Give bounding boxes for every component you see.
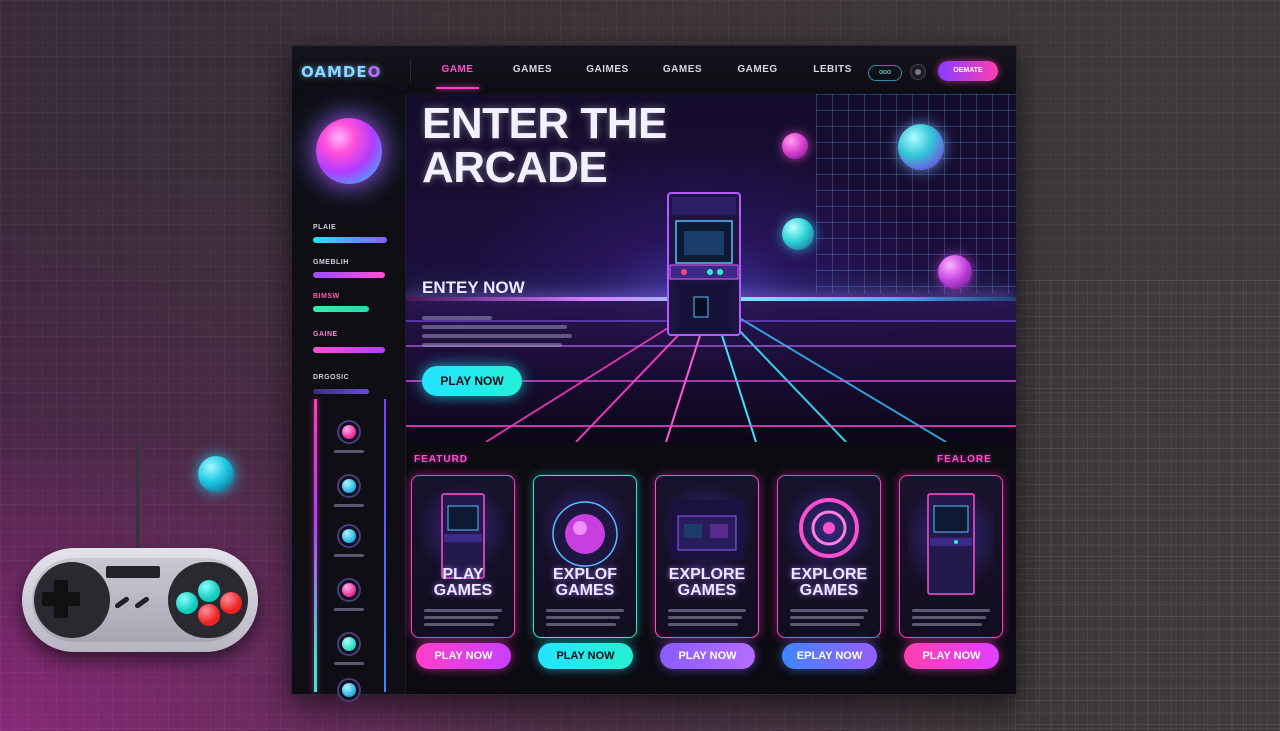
sidebar-progress-4 — [313, 347, 385, 353]
nav-divider — [410, 60, 411, 82]
card-description — [668, 609, 748, 630]
card-title: EXPLORE GAMES — [668, 566, 746, 599]
hero-subtitle: ENTEY NOW — [422, 278, 525, 297]
game-card-3[interactable]: EXPLORE GAMES — [655, 475, 759, 638]
sidebar-dot-5[interactable] — [337, 632, 361, 656]
card-play-now-button-1[interactable]: PLAY NOW — [416, 643, 511, 669]
nav-item-games[interactable]: GAMES — [495, 64, 570, 84]
card-title: EXPLOF GAMES — [552, 566, 617, 599]
sidebar-dot-2[interactable] — [337, 474, 361, 498]
hero-banner: ENTER THE ARCADE ENTEY NOW PLAY NOW — [406, 94, 1016, 442]
sidebar-neon-track — [314, 399, 317, 692]
sidebar-item-gmeblih[interactable]: GMEBLIH — [313, 259, 349, 266]
b-button-icon — [176, 592, 198, 614]
sidebar: PLAIE GMEBLIH BIMSW GAINE DRGOSIC — [292, 94, 406, 702]
card-description — [546, 609, 626, 630]
y-button-icon — [198, 580, 220, 602]
nav-menu: GAME GAMES GAIMES GAMES GAMEG LEBITS — [420, 64, 870, 89]
sidebar-progress-5 — [313, 389, 369, 394]
sidebar-progress-3 — [313, 306, 369, 312]
game-card-4[interactable]: EXPLORE GAMES — [777, 475, 881, 638]
sidebar-dot-4[interactable] — [337, 578, 361, 602]
featured-label-right: FEALORE — [937, 454, 992, 465]
controller-cable — [136, 442, 140, 552]
card-description — [424, 609, 504, 630]
nav-pill-toggle[interactable]: ooo — [868, 65, 902, 81]
game-card-2[interactable]: EXPLOF GAMES — [533, 475, 637, 638]
hero-play-now-button[interactable]: PLAY NOW — [422, 366, 522, 396]
floating-orb — [198, 456, 234, 492]
gamepad-controller — [22, 548, 258, 652]
game-card-5[interactable] — [899, 475, 1003, 638]
orb-logo-icon — [316, 118, 382, 184]
x-button-icon — [220, 592, 242, 614]
sidebar-dot-6[interactable] — [337, 678, 361, 702]
website-mockup: OAMDEO GAME GAMES GAIMES GAMES GAMEG LEB… — [291, 45, 1017, 702]
card-play-now-button-5[interactable]: PLAY NOW — [904, 643, 999, 669]
sidebar-item-plaie[interactable]: PLAIE — [313, 224, 336, 231]
user-icon[interactable] — [910, 64, 926, 80]
hero-description — [422, 316, 572, 352]
nav-item-gaimes[interactable]: GAIMES — [570, 64, 645, 84]
background-grid-right — [1015, 280, 1280, 731]
sidebar-neon-track-right — [384, 399, 386, 692]
sidebar-dot-3[interactable] — [337, 524, 361, 548]
game-card-1[interactable]: PLAY GAMES — [411, 475, 515, 638]
orb-icon-3 — [898, 124, 944, 170]
card-description — [790, 609, 870, 630]
card-play-now-button-4[interactable]: EPLAY NOW — [782, 643, 877, 669]
hero-title: ENTER THE ARCADE — [422, 99, 667, 192]
featured-label-left: FEATURD — [414, 454, 469, 465]
arcade-cabinet-icon — [667, 192, 741, 336]
sidebar-dot-1[interactable] — [337, 420, 361, 444]
card-title: PLAY GAMES — [433, 566, 493, 599]
nav-item-game[interactable]: GAME — [420, 64, 495, 89]
card-play-now-button-2[interactable]: PLAY NOW — [538, 643, 633, 669]
card-play-now-button-3[interactable]: PLAY NOW — [660, 643, 755, 669]
card-description — [912, 609, 992, 630]
card-title: EXPLORE GAMES — [790, 566, 868, 599]
nav-item-lebits[interactable]: LEBITS — [795, 64, 870, 84]
nav-item-gameg[interactable]: GAMEG — [720, 64, 795, 84]
a-button-icon — [198, 604, 220, 626]
logo[interactable]: OAMDEO — [301, 63, 381, 81]
sidebar-progress-1 — [313, 237, 387, 243]
arcade-cabinet-icon — [908, 486, 994, 602]
sidebar-progress-2 — [313, 272, 385, 278]
orb-icon-5 — [938, 255, 972, 289]
sidebar-item-gaine[interactable]: GAINE — [313, 331, 338, 338]
nav-cta-button[interactable]: OEMATE — [938, 61, 998, 81]
orb-icon-2 — [782, 133, 808, 159]
orb-icon-6 — [782, 218, 814, 250]
sidebar-item-drgosic[interactable]: DRGOSIC — [313, 374, 349, 381]
sidebar-item-bimsw[interactable]: BIMSW — [313, 293, 340, 300]
nav-item-games-2[interactable]: GAMES — [645, 64, 720, 84]
top-nav: OAMDEO GAME GAMES GAIMES GAMES GAMEG LEB… — [292, 46, 1016, 94]
